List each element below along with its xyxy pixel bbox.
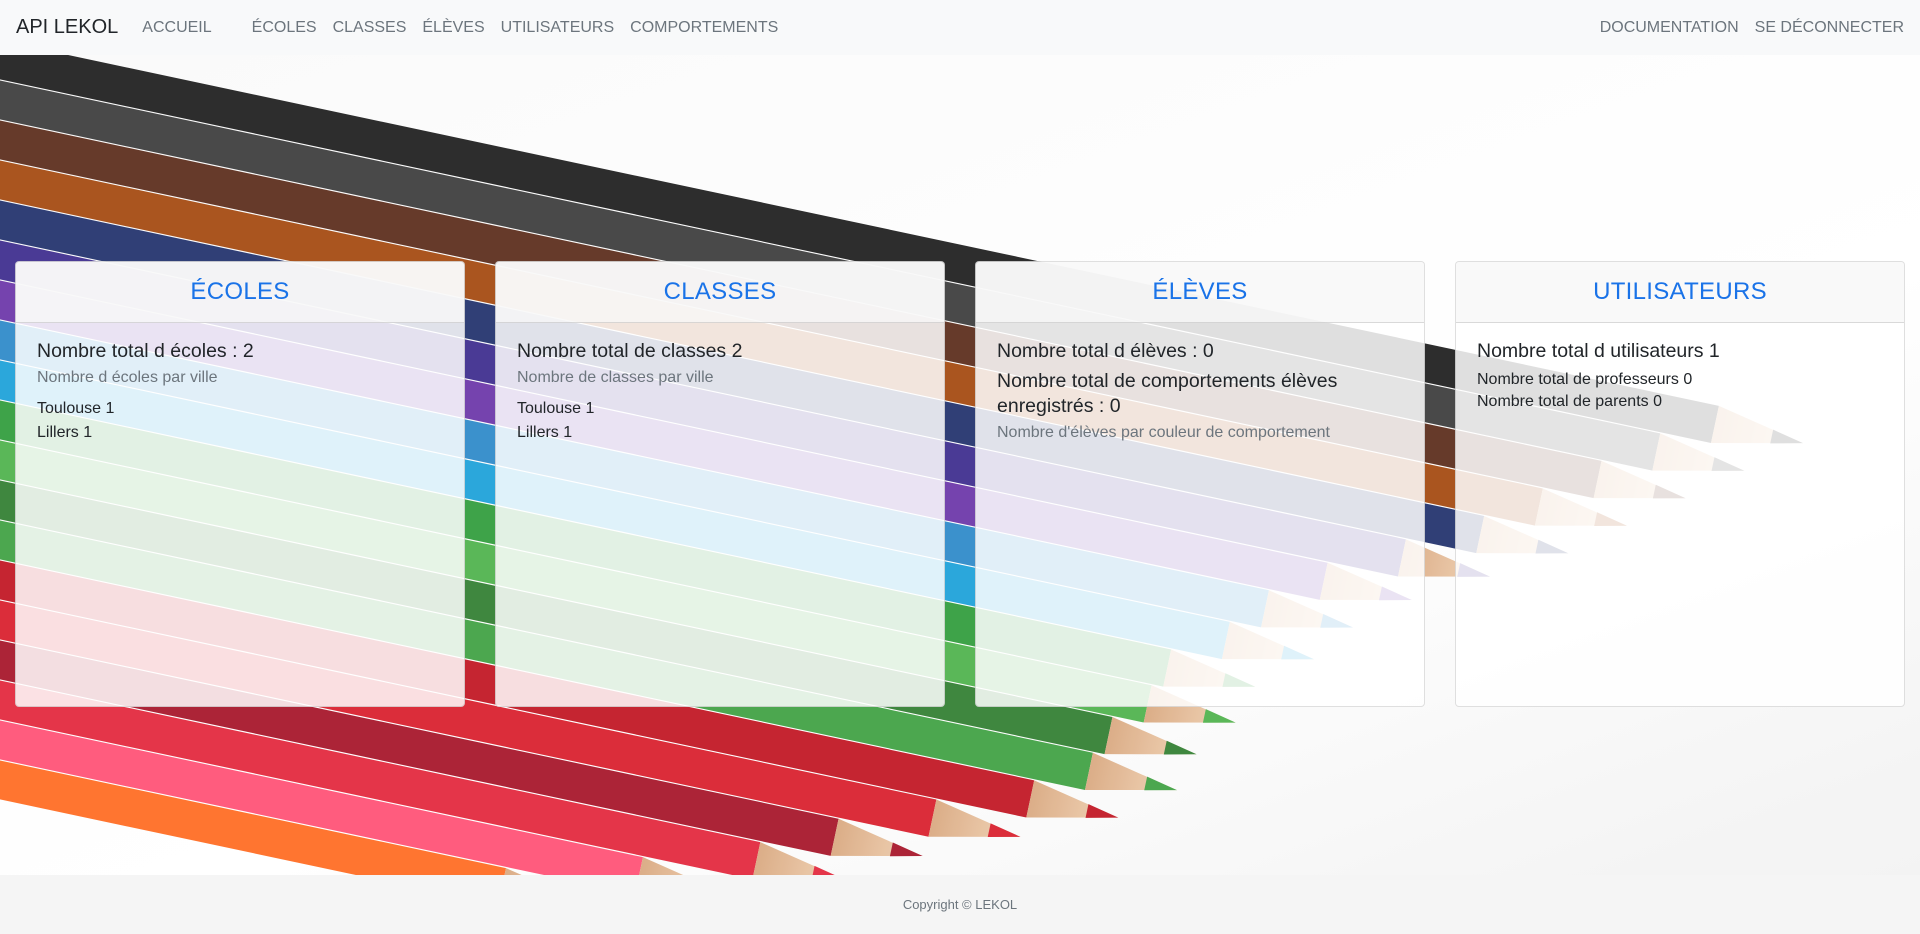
- total-utilisateurs: Nombre total d utilisateurs 1: [1477, 340, 1720, 362]
- nav-ecoles[interactable]: ÉCOLES: [252, 19, 317, 37]
- card-title-utilisateurs: UTILISATEURS: [1593, 278, 1767, 305]
- total-professeurs: Nombre total de professeurs 0: [1477, 371, 1693, 388]
- nav-documentation[interactable]: DOCUMENTATION: [1600, 19, 1739, 37]
- nav-right-group: DOCUMENTATION SE DÉCONNECTER: [1584, 19, 1904, 37]
- nav-comportements[interactable]: COMPORTEMENTS: [630, 19, 778, 37]
- card-body: Nombre total d utilisateurs 1 Nombre tot…: [1456, 323, 1904, 429]
- list-item: Lillers 1: [517, 424, 573, 441]
- card-header: CLASSES: [496, 262, 944, 323]
- eleves-par-couleur-label: Nombre d'élèves par couleur de comportem…: [997, 424, 1330, 441]
- card-body: Nombre total d élèves : 0 Nombre total d…: [976, 323, 1424, 468]
- card-title-eleves: ÉLÈVES: [1152, 278, 1248, 305]
- nav-classes[interactable]: CLASSES: [333, 19, 407, 37]
- nav-utilisateurs[interactable]: UTILISATEURS: [501, 19, 615, 37]
- total-parents: Nombre total de parents 0: [1477, 393, 1662, 410]
- card-classes: CLASSES Nombre total de classes 2 Nombre…: [495, 261, 945, 707]
- card-ecoles: ÉCOLES Nombre total d écoles : 2 Nombre …: [15, 261, 465, 707]
- footer: Copyright © LEKOL: [0, 875, 1920, 934]
- list-item: Toulouse 1: [517, 400, 595, 417]
- list-item: Lillers 1: [37, 424, 93, 441]
- card-utilisateurs: UTILISATEURS Nombre total d utilisateurs…: [1455, 261, 1905, 707]
- total-ecoles: Nombre total d écoles : 2: [37, 340, 254, 362]
- total-classes: Nombre total de classes 2: [517, 340, 743, 362]
- copyright-text: Copyright © LEKOL: [902, 897, 1018, 912]
- stats-cards: ÉCOLES Nombre total d écoles : 2 Nombre …: [15, 261, 1905, 707]
- nav-accueil[interactable]: ACCUEIL: [142, 19, 211, 37]
- card-eleves: ÉLÈVES Nombre total d élèves : 0 Nombre …: [975, 261, 1425, 707]
- nav-logout[interactable]: SE DÉCONNECTER: [1755, 19, 1904, 37]
- card-title-ecoles: ÉCOLES: [190, 278, 290, 305]
- card-header: ÉLÈVES: [976, 262, 1424, 323]
- brand-link[interactable]: API LEKOL: [16, 16, 118, 39]
- total-comportements: Nombre total de comportements élèves enr…: [997, 370, 1338, 417]
- card-title-classes: CLASSES: [663, 278, 777, 305]
- classes-par-ville-label: Nombre de classes par ville: [517, 369, 714, 386]
- total-eleves: Nombre total d élèves : 0: [997, 340, 1214, 362]
- ecoles-par-ville-label: Nombre d écoles par ville: [37, 369, 218, 386]
- card-header: UTILISATEURS: [1456, 262, 1904, 323]
- nav-eleves[interactable]: ÉLÈVES: [422, 19, 484, 37]
- card-body: Nombre total de classes 2 Nombre de clas…: [496, 323, 944, 461]
- list-item: Toulouse 1: [37, 400, 115, 417]
- top-navbar: API LEKOL ACCUEIL ÉCOLES CLASSES ÉLÈVES …: [0, 0, 1920, 55]
- card-header: ÉCOLES: [16, 262, 464, 323]
- card-body: Nombre total d écoles : 2 Nombre d école…: [16, 323, 464, 461]
